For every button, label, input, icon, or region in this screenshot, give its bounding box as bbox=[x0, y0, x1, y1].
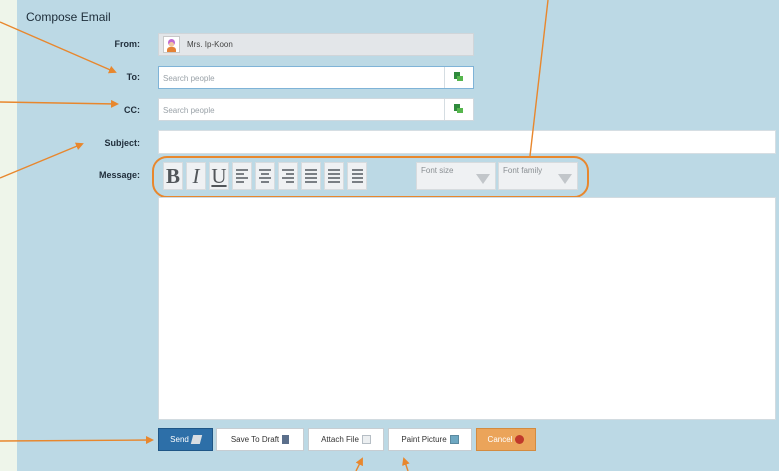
cancel-icon bbox=[515, 435, 525, 444]
to-person-picker-button[interactable] bbox=[444, 67, 473, 88]
file-icon bbox=[361, 435, 371, 444]
avatar bbox=[163, 36, 180, 53]
subject-input[interactable] bbox=[158, 130, 776, 154]
paint-picture-button[interactable]: Paint Picture bbox=[388, 428, 472, 451]
cc-label: CC: bbox=[124, 105, 140, 115]
picture-icon bbox=[449, 435, 459, 444]
from-field: Mrs. Ip-Koon bbox=[158, 33, 474, 56]
cc-placeholder: Search people bbox=[163, 106, 215, 115]
message-label: Message: bbox=[98, 170, 140, 180]
cancel-button[interactable]: Cancel bbox=[476, 428, 536, 451]
send-label: Send bbox=[170, 435, 189, 444]
draft-icon bbox=[282, 435, 290, 444]
save-draft-button[interactable]: Save To Draft bbox=[216, 428, 304, 451]
to-field[interactable]: Search people bbox=[158, 66, 474, 89]
compose-title: Compose Email bbox=[26, 10, 111, 24]
attach-file-button[interactable]: Attach File bbox=[308, 428, 384, 451]
from-label: From: bbox=[114, 39, 141, 49]
send-button[interactable]: Send bbox=[158, 428, 213, 451]
cc-person-picker-button[interactable] bbox=[444, 99, 473, 120]
to-label: To: bbox=[126, 72, 140, 82]
save-draft-label: Save To Draft bbox=[230, 435, 280, 444]
person-picker-icon bbox=[454, 72, 463, 82]
toolbar-highlight bbox=[152, 156, 589, 198]
attach-file-label: Attach File bbox=[321, 435, 359, 444]
from-name: Mrs. Ip-Koon bbox=[187, 40, 233, 49]
to-placeholder: Search people bbox=[163, 74, 215, 83]
paint-picture-label: Paint Picture bbox=[401, 435, 447, 444]
cc-field[interactable]: Search people bbox=[158, 98, 474, 121]
cancel-label: Cancel bbox=[487, 435, 513, 444]
person-picker-icon bbox=[454, 104, 463, 114]
subject-label: Subject: bbox=[104, 138, 140, 148]
message-editor[interactable] bbox=[158, 197, 776, 420]
send-icon bbox=[190, 435, 203, 444]
